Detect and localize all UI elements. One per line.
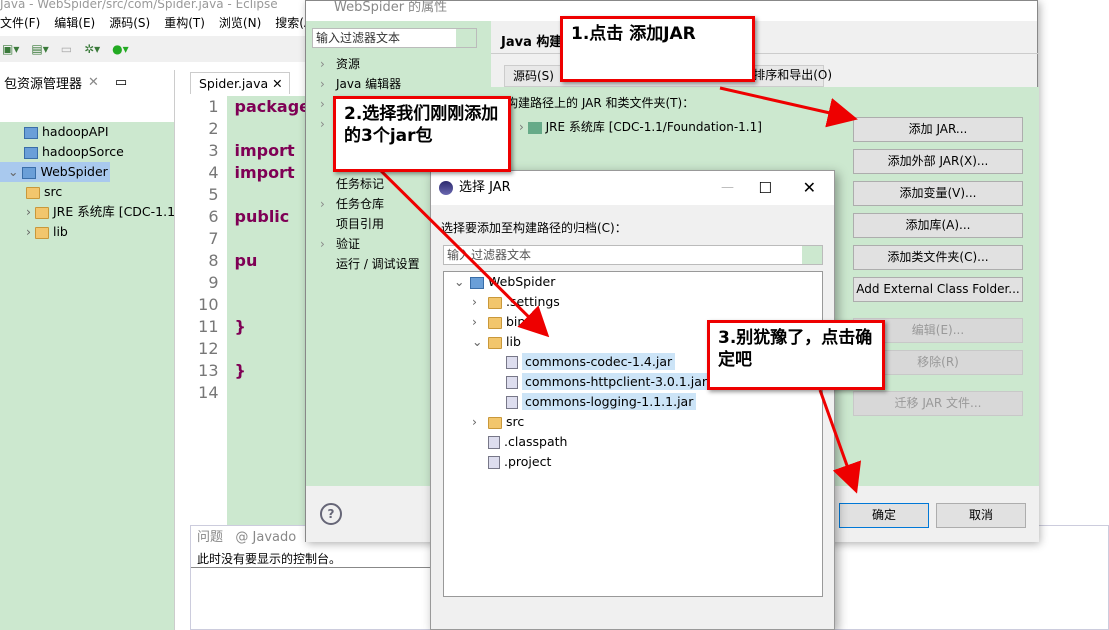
annotation-arrows (368, 86, 862, 494)
annotation-step-1: 1.点击 添加JAR (560, 16, 755, 82)
arrow-3 (818, 389, 862, 494)
annotation-step-3: 3.别犹豫了，点击确定吧 (707, 320, 885, 390)
annotation-step-2: 2.选择我们刚刚添加的3个jar包 (333, 96, 511, 172)
arrow-2 (368, 158, 550, 338)
arrow-1 (719, 86, 858, 128)
